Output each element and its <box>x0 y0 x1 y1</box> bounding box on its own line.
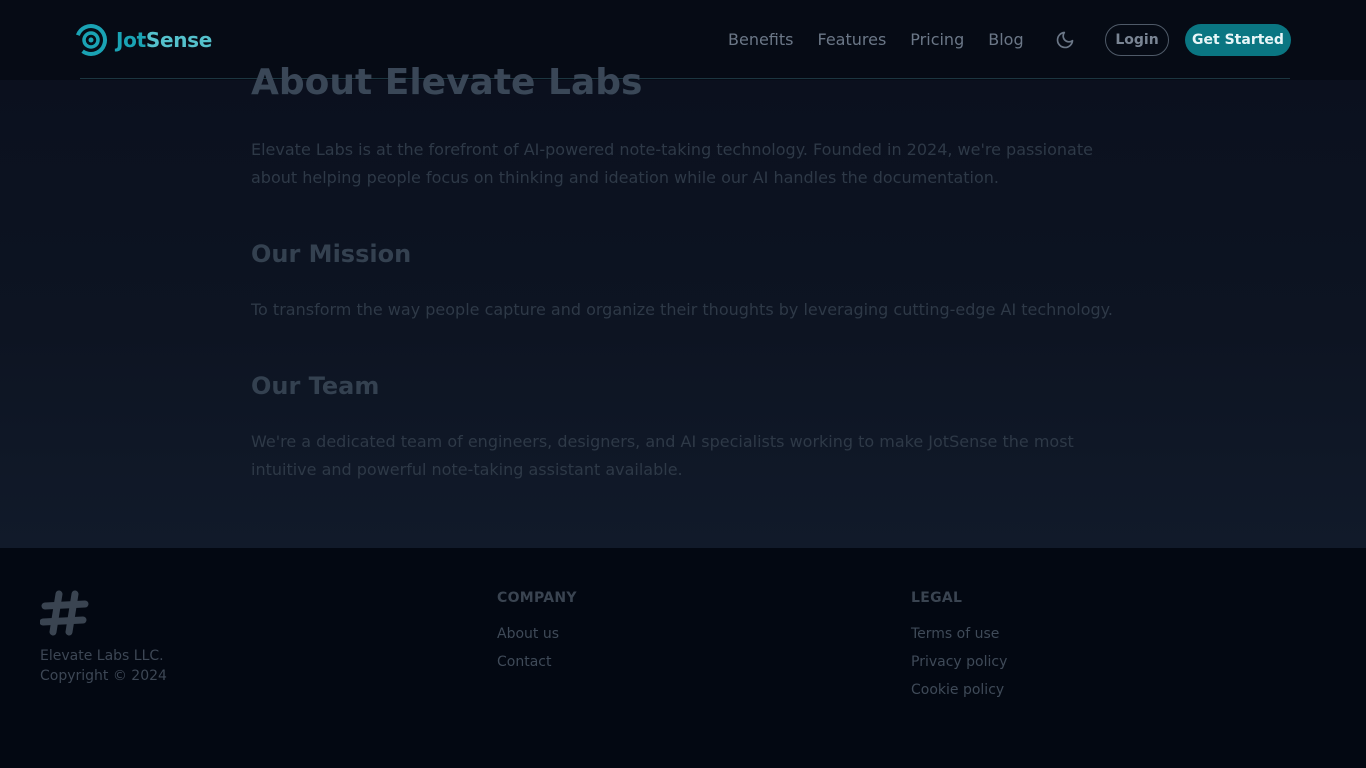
footer-link-privacy[interactable]: Privacy policy <box>911 652 1007 672</box>
page-title: About Elevate Labs <box>251 62 643 103</box>
footer-company-column: COMPANY About us Contact <box>497 588 577 680</box>
hash-icon <box>40 590 89 636</box>
nav-pricing[interactable]: Pricing <box>910 28 964 52</box>
site-header: JotSense Benefits Features Pricing Blog … <box>0 0 1366 80</box>
mission-heading: Our Mission <box>251 240 412 268</box>
brand-name: JotSense <box>116 28 213 52</box>
footer-company-info: Elevate Labs LLC. Copyright © 2024 <box>40 646 167 686</box>
team-paragraph: We're a dedicated team of engineers, des… <box>251 432 1074 479</box>
team-heading: Our Team <box>251 372 380 400</box>
company-name: Elevate Labs LLC. <box>40 648 164 664</box>
login-button[interactable]: Login <box>1105 24 1169 56</box>
footer-link-terms[interactable]: Terms of use <box>911 624 1007 644</box>
nav-features[interactable]: Features <box>818 28 887 52</box>
intro-paragraph: Elevate Labs is at the forefront of AI-p… <box>251 140 1093 187</box>
footer-company-heading: COMPANY <box>497 590 577 606</box>
main-nav: Benefits Features Pricing Blog <box>728 28 1024 52</box>
nav-blog[interactable]: Blog <box>988 28 1023 52</box>
get-started-button[interactable]: Get Started <box>1185 24 1291 56</box>
footer-link-contact[interactable]: Contact <box>497 652 577 672</box>
copyright-text: Copyright © 2024 <box>40 668 167 684</box>
mission-paragraph: To transform the way people capture and … <box>251 300 1113 319</box>
footer-link-cookie[interactable]: Cookie policy <box>911 680 1007 700</box>
nav-benefits[interactable]: Benefits <box>728 28 794 52</box>
footer-legal-column: LEGAL Terms of use Privacy policy Cookie… <box>911 588 1007 708</box>
theme-toggle-button[interactable] <box>1052 27 1078 53</box>
site-footer <box>0 548 1366 768</box>
brand-logo-link[interactable]: JotSense <box>74 23 212 57</box>
jotsense-logo-icon <box>75 24 107 56</box>
moon-icon <box>1056 31 1074 49</box>
footer-link-about-us[interactable]: About us <box>497 624 577 644</box>
footer-legal-heading: LEGAL <box>911 590 963 606</box>
